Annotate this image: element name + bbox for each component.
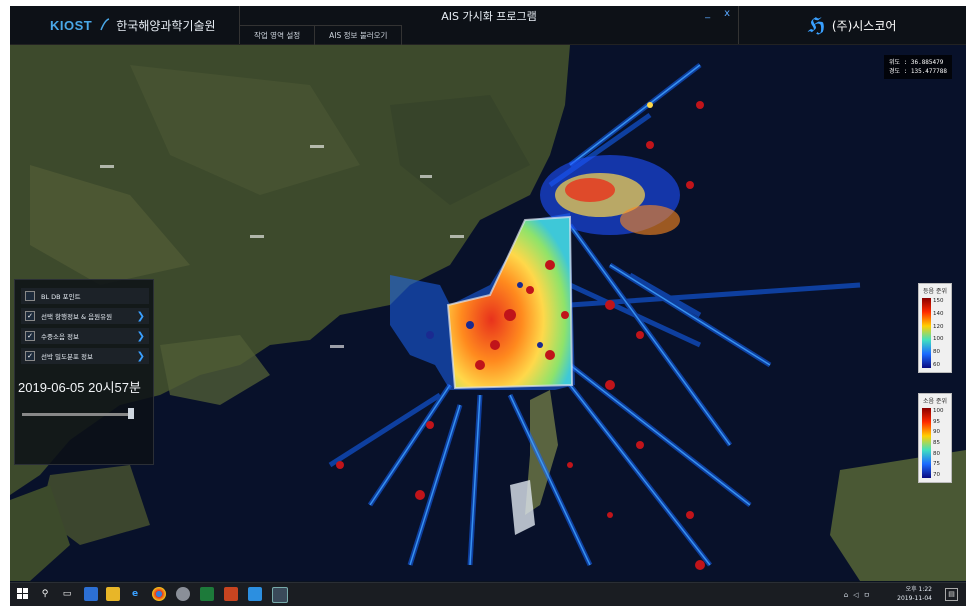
legend-tick: 95 — [933, 418, 940, 425]
windows-taskbar: ⚲ ▭ e ⌂ ◁ ㅁ 오후 1:22 2019-11-04 ▤ — [10, 582, 966, 606]
edge-icon[interactable] — [84, 587, 98, 601]
legend-bottom-ticks: 100 95 90 85 80 75 70 — [933, 408, 944, 478]
title-bar: KIOST 한국해양과학기술원 AIS 가시화 프로그램 _ x 작업 영역 설… — [10, 6, 966, 45]
app-icon[interactable] — [176, 587, 190, 601]
layer-label: 수중소음 정보 — [41, 333, 79, 341]
system-tray: ⌂ ◁ ㅁ — [844, 590, 870, 600]
partner-name: (주)시스코어 — [831, 18, 897, 33]
close-button[interactable]: x — [724, 8, 730, 19]
chevron-right-icon[interactable]: ❯ — [137, 311, 145, 322]
menu-work-area[interactable]: 작업 영역 설정 — [240, 25, 316, 45]
chevron-right-icon[interactable]: ❯ — [137, 331, 145, 342]
excel-icon[interactable] — [200, 587, 214, 601]
legend-tick: 75 — [933, 461, 940, 468]
powerpoint-icon[interactable] — [224, 587, 238, 601]
windows-start-icon[interactable] — [16, 587, 30, 601]
minimize-button[interactable]: _ — [705, 8, 710, 19]
org-name: 한국해양과학기술원 — [116, 18, 216, 33]
kiost-logo-text: KIOST — [50, 17, 93, 33]
internet-explorer-icon[interactable]: e — [128, 587, 142, 601]
legend-top-gradient — [922, 298, 931, 368]
layer-row-bl-db[interactable]: BL DB 포인트 — [21, 288, 149, 304]
ais-app-icon[interactable] — [272, 587, 288, 603]
legend-bottom-title: 소음 준위 — [923, 398, 947, 405]
clock-date: 2019-11-04 — [897, 595, 932, 602]
menu-bar: 작업 영역 설정 AIS 정보 불러오기 — [240, 25, 403, 45]
taskbar-clock[interactable]: 오후 1:22 2019-11-04 — [897, 585, 932, 603]
layer-checkbox[interactable]: ✓ — [25, 351, 35, 361]
window-controls: _ x — [705, 8, 730, 19]
wave-icon — [100, 18, 110, 31]
layer-row-density[interactable]: ✓ 선박 밀도분포 정보 ❯ — [21, 348, 149, 364]
layer-checkbox[interactable]: ✓ — [25, 331, 35, 341]
legend-tick: 70 — [933, 471, 940, 478]
legend-tick: 90 — [933, 429, 940, 436]
legend-bottom: 소음 준위 100 95 90 85 80 75 70 — [918, 393, 952, 483]
legend-tick: 60 — [933, 361, 940, 368]
app-icon[interactable] — [248, 587, 262, 601]
legend-tick: 80 — [933, 349, 940, 356]
app-window: KIOST 한국해양과학기술원 AIS 가시화 프로그램 _ x 작업 영역 설… — [10, 6, 966, 606]
latitude-readout: 위도 : 36.885479 — [888, 59, 944, 66]
legend-top: 등음 준위 150 140 120 100 80 60 — [918, 283, 952, 373]
legend-bottom-gradient — [922, 408, 931, 478]
layer-label: 선택 항행정보 & 음원유원 — [41, 313, 113, 321]
coordinate-readout: 위도 : 36.885479 경도 : 135.477788 — [883, 55, 952, 79]
layer-checkbox[interactable]: ✓ — [25, 311, 35, 321]
layer-row-noise[interactable]: ✓ 수중소음 정보 ❯ — [21, 328, 149, 344]
time-slider-track[interactable] — [22, 413, 134, 416]
title-area: AIS 가시화 프로그램 _ x 작업 영역 설정 AIS 정보 불러오기 — [239, 6, 739, 45]
datetime-display: 2019-06-05 20시57분 — [18, 380, 141, 395]
legend-tick: 100 — [933, 408, 944, 414]
legend-tick: 120 — [933, 323, 944, 330]
volume-icon[interactable]: ◁ — [853, 591, 858, 599]
time-slider-thumb[interactable] — [128, 408, 134, 419]
layer-panel: BL DB 포인트 ✓ 선택 항행정보 & 음원유원 ❯ ✓ 수중소음 정보 ❯… — [14, 279, 154, 465]
layer-checkbox[interactable] — [25, 291, 35, 301]
menu-load-ais[interactable]: AIS 정보 불러오기 — [315, 25, 403, 45]
task-view-icon[interactable]: ▭ — [60, 587, 74, 601]
longitude-readout: 경도 : 135.477788 — [888, 68, 947, 75]
search-icon[interactable]: ⚲ — [38, 587, 52, 601]
legend-tick: 85 — [933, 439, 940, 446]
ime-icon[interactable]: ㅁ — [864, 590, 870, 600]
map-view[interactable]: 위도 : 36.885479 경도 : 135.477788 BL DB 포인트… — [10, 45, 966, 581]
app-title: AIS 가시화 프로그램 — [441, 10, 537, 23]
legend-top-title: 등음 준위 — [923, 288, 947, 295]
layer-label: BL DB 포인트 — [41, 293, 81, 301]
layer-row-navigation[interactable]: ✓ 선택 항행정보 & 음원유원 ❯ — [21, 308, 149, 324]
partner-logo: ℌ (주)시스코어 — [738, 6, 966, 44]
legend-top-ticks: 150 140 120 100 80 60 — [933, 298, 944, 368]
network-icon[interactable]: ⌂ — [844, 591, 848, 599]
legend-tick: 80 — [933, 450, 940, 457]
file-explorer-icon[interactable] — [106, 587, 120, 601]
layer-label: 선박 밀도분포 정보 — [41, 353, 93, 361]
legend-tick: 100 — [933, 336, 944, 343]
notification-icon[interactable]: ▤ — [945, 588, 958, 601]
chrome-icon[interactable] — [152, 587, 166, 601]
clock-time: 오후 1:22 — [905, 586, 932, 593]
legend-tick: 150 — [933, 298, 944, 304]
kiost-logo: KIOST 한국해양과학기술원 — [10, 6, 238, 44]
legend-tick: 140 — [933, 310, 944, 317]
partner-swirl-icon: ℌ — [807, 13, 826, 37]
chevron-right-icon[interactable]: ❯ — [137, 351, 145, 362]
